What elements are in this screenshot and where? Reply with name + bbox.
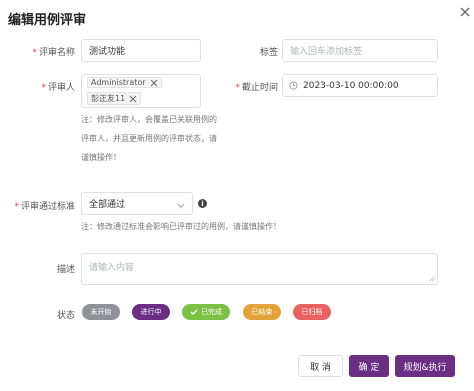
review-name-label: * 评审名称 [32,48,75,58]
reviewers-note-line: 注：修改评审人，会覆盖已关联用例的 [81,115,217,124]
required-mark: * [14,202,19,212]
plan-execute-button[interactable]: 规划&执行 [395,355,455,377]
deadline-label: * 截止时间 [235,83,278,93]
info-icon[interactable]: i [198,199,207,208]
status-ended-label: 已结束 [251,308,273,316]
description-textarea[interactable]: 请输入内容 [81,253,438,285]
status-completed-label: 已完成 [201,308,222,316]
resize-handle-icon[interactable] [429,276,435,282]
reviewer-tag: Administrator [87,77,162,88]
reviewer-tag-label: Administrator [91,78,146,87]
required-mark: * [235,83,240,93]
status-in-progress[interactable]: 进行中 [132,304,170,320]
criteria-note: 注：修改通过标准会影响已评审过的用例，请谨慎操作！ [81,222,281,231]
status-not-started[interactable]: 未开始 [82,304,120,320]
remove-tag-icon[interactable] [150,79,158,87]
criteria-value: 全部通过 [89,200,126,210]
status-archived[interactable]: 已归档 [293,304,331,320]
reviewers-select[interactable]: Administrator 彭正友11 [81,74,201,108]
criteria-label: * 评审通过标准 [14,202,75,212]
deadline-value: 2023-03-10 00:00:00 [303,80,399,91]
dialog-title: 编辑用例评审 [8,13,87,28]
clock-icon [289,81,298,90]
reviewer-tag-label: 彭正友11 [91,94,126,103]
check-icon [190,309,198,315]
confirm-button[interactable]: 确 定 [349,355,389,377]
tags-input[interactable]: 输入回车添加标签 [282,39,438,62]
required-mark: * [41,83,46,93]
reviewers-note-line: 评审人，并且更新用例的评审状态，请 [81,134,217,143]
required-mark: * [32,48,37,58]
description-placeholder: 请输入内容 [89,263,135,273]
plan-execute-button-label: 规划&执行 [403,362,447,373]
tags-label: 标签 [259,48,278,58]
reviewers-note: 注：修改评审人，会覆盖已关联用例的 评审人，并且更新用例的评审状态，请 谨慎操作… [81,110,221,167]
reviewers-note-line: 谨慎操作！ [81,153,121,162]
cancel-button-label: 取 消 [310,362,331,373]
reviewer-tag: 彭正友11 [87,92,142,105]
criteria-select[interactable]: 全部通过 [81,192,193,215]
status-label: 状态 [56,311,75,321]
status-completed[interactable]: 已完成 [182,304,230,320]
chevron-down-icon [177,203,185,209]
description-label: 描述 [56,265,75,275]
cancel-button[interactable]: 取 消 [298,355,343,377]
review-name-input[interactable]: 测试功能 [81,39,201,62]
close-icon[interactable] [459,6,471,18]
deadline-input[interactable]: 2023-03-10 00:00:00 [282,74,438,97]
reviewers-label: * 评审人 [41,83,75,93]
review-name-value: 测试功能 [89,47,126,57]
status-not-started-label: 未开始 [90,308,112,316]
status-in-progress-label: 进行中 [140,308,162,316]
confirm-button-label: 确 定 [358,362,380,373]
remove-tag-icon[interactable] [129,95,137,103]
status-ended[interactable]: 已结束 [243,304,281,320]
status-archived-label: 已归档 [301,308,323,316]
tags-placeholder: 输入回车添加标签 [290,47,363,57]
